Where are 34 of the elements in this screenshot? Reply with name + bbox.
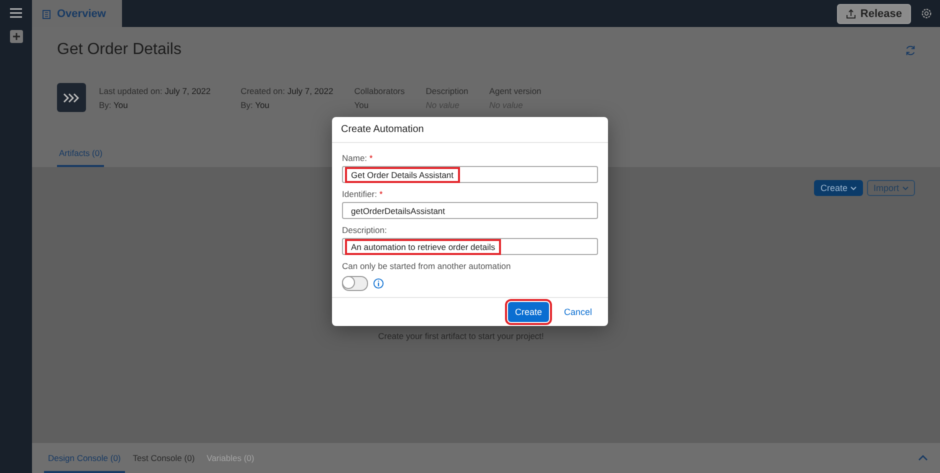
meta-value: You (354, 100, 370, 110)
release-button[interactable]: Release (837, 4, 911, 24)
meta-field: By: You (99, 100, 211, 110)
menu-icon[interactable] (10, 8, 22, 18)
project-title: Get Order Details (57, 41, 182, 59)
clipboard-icon (42, 8, 51, 18)
field-label: Identifier: * (342, 189, 384, 199)
meta-field: Created on: July 7, 2022 (240, 86, 334, 96)
meta-label: Agent version (489, 86, 542, 96)
create-button[interactable]: Create (814, 180, 864, 196)
input-field[interactable]: getOrderDetailsAssistant (342, 202, 598, 219)
console-tab[interactable]: Test Console (0) (128, 453, 199, 473)
caret-icon (902, 186, 909, 190)
upload-icon (846, 8, 856, 18)
field-label: Description: (342, 225, 388, 235)
refresh-icon[interactable] (905, 44, 916, 56)
create-button[interactable]: Create (508, 302, 549, 322)
settings-icon[interactable] (921, 8, 932, 19)
meta-label: Collaborators (354, 86, 405, 96)
caret-icon (850, 186, 858, 190)
meta-label: Description (426, 86, 468, 96)
input-field[interactable]: Get Order Details Assistant (342, 166, 598, 183)
meta-field: By: You (240, 100, 334, 110)
info-icon[interactable] (373, 278, 384, 289)
project-logo-icon (57, 83, 86, 112)
meta-field: Last updated on: July 7, 2022 (99, 86, 211, 96)
add-icon[interactable] (10, 30, 22, 43)
cancel-button[interactable]: Cancel (556, 302, 599, 322)
field-label: Name: * (342, 153, 374, 163)
toggle-switch[interactable] (342, 276, 368, 291)
toggle-label: Can only be started from another automation (342, 261, 512, 271)
dialog-title: Create Automation (332, 117, 608, 143)
input-field[interactable]: An automation to retrieve order details (342, 238, 598, 255)
collapse-icon[interactable] (918, 455, 928, 461)
